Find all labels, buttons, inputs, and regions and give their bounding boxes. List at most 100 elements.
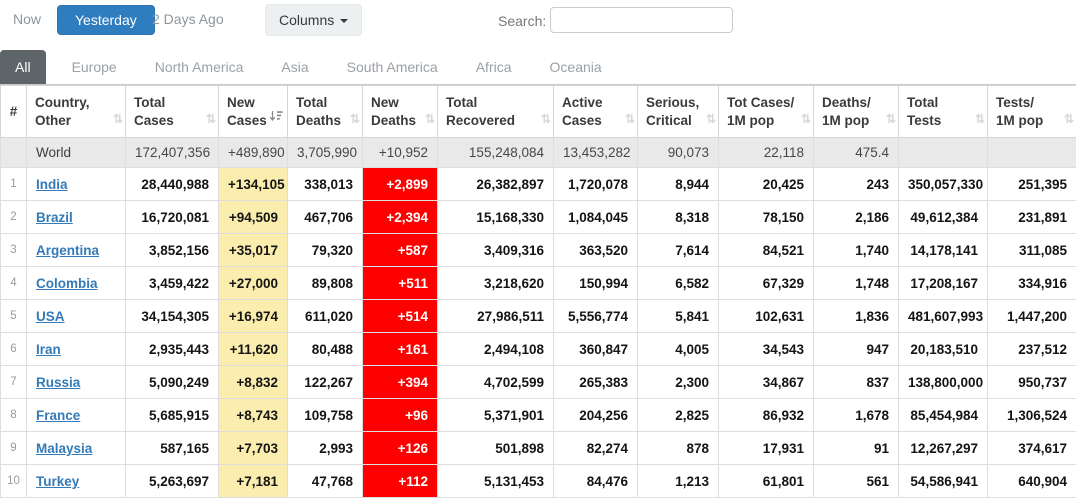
column-header-label: NewDeaths bbox=[371, 95, 416, 128]
cell-deaths-1m: 475.4 bbox=[814, 138, 899, 168]
cell-tot-cases-1m: 61,801 bbox=[719, 465, 814, 498]
cell-total-cases: 3,459,422 bbox=[126, 267, 219, 300]
cell-rank: 9 bbox=[1, 432, 27, 465]
cell-total-tests: 49,612,384 bbox=[899, 201, 988, 234]
cell-country: Brazil bbox=[27, 201, 126, 234]
cell-country: India bbox=[27, 168, 126, 201]
cell-active-cases: 360,847 bbox=[554, 333, 638, 366]
column-header-label: TotalRecovered bbox=[446, 95, 515, 128]
cell-deaths-1m: 947 bbox=[814, 333, 899, 366]
cell-total-cases: 16,720,081 bbox=[126, 201, 219, 234]
column-header-total-cases[interactable]: TotalCases⇅ bbox=[126, 86, 219, 138]
cell-total-recovered: 3,218,620 bbox=[438, 267, 554, 300]
cell-new-cases: +16,974 bbox=[219, 300, 288, 333]
cell-active-cases: 265,383 bbox=[554, 366, 638, 399]
table-row-argentina: 3Argentina3,852,156+35,01779,320+5873,40… bbox=[1, 234, 1076, 267]
cell-deaths-1m: 1,836 bbox=[814, 300, 899, 333]
now-button[interactable]: Now bbox=[13, 11, 41, 27]
cell-deaths-1m: 837 bbox=[814, 366, 899, 399]
cell-total-deaths: 80,488 bbox=[288, 333, 363, 366]
column-header-label: Serious,Critical bbox=[646, 95, 699, 128]
cell-active-cases: 204,256 bbox=[554, 399, 638, 432]
cell-total-deaths: 122,267 bbox=[288, 366, 363, 399]
region-tab-oceania[interactable]: Oceania bbox=[536, 50, 616, 84]
country-link[interactable]: USA bbox=[36, 309, 65, 324]
cell-total-cases: 587,165 bbox=[126, 432, 219, 465]
cell-tot-cases-1m: 67,329 bbox=[719, 267, 814, 300]
region-tab-africa[interactable]: Africa bbox=[462, 50, 526, 84]
column-header-new-deaths[interactable]: NewDeaths⇅ bbox=[363, 86, 438, 138]
country-link[interactable]: Iran bbox=[36, 342, 61, 357]
column-header-tot-cases-1m[interactable]: Tot Cases/1M pop⇅ bbox=[719, 86, 814, 138]
country-link[interactable]: Turkey bbox=[36, 474, 79, 489]
country-link[interactable]: Brazil bbox=[36, 210, 73, 225]
cell-total-cases: 28,440,988 bbox=[126, 168, 219, 201]
cell-rank: 2 bbox=[1, 201, 27, 234]
table-header-row: #Country,Other⇅TotalCases⇅NewCasesTotalD… bbox=[1, 86, 1076, 138]
region-tab-asia[interactable]: Asia bbox=[267, 50, 322, 84]
table-row-brazil: 2Brazil16,720,081+94,509467,706+2,39415,… bbox=[1, 201, 1076, 234]
cell-new-cases: +27,000 bbox=[219, 267, 288, 300]
cell-tests-1m: 1,306,524 bbox=[988, 399, 1076, 432]
cell-new-deaths: +2,394 bbox=[363, 201, 438, 234]
cell-tot-cases-1m: 22,118 bbox=[719, 138, 814, 168]
cell-tot-cases-1m: 34,867 bbox=[719, 366, 814, 399]
country-link[interactable]: Malaysia bbox=[36, 441, 92, 456]
column-header-label: TotalDeaths bbox=[296, 95, 341, 128]
columns-dropdown-button[interactable]: Columns bbox=[265, 4, 362, 36]
sort-descending-icon bbox=[269, 109, 283, 127]
covid-stats-table: #Country,Other⇅TotalCases⇅NewCasesTotalD… bbox=[0, 85, 1076, 498]
column-header-total-deaths[interactable]: TotalDeaths⇅ bbox=[288, 86, 363, 138]
table-row-india: 1India28,440,988+134,105338,013+2,89926,… bbox=[1, 168, 1076, 201]
cell-total-recovered: 5,371,901 bbox=[438, 399, 554, 432]
column-header-total-tests[interactable]: TotalTests⇅ bbox=[899, 86, 988, 138]
cell-new-cases: +134,105 bbox=[219, 168, 288, 201]
cell-serious-critical: 5,841 bbox=[638, 300, 719, 333]
column-header-deaths-1m[interactable]: Deaths/1M pop⇅ bbox=[814, 86, 899, 138]
cell-deaths-1m: 91 bbox=[814, 432, 899, 465]
cell-new-deaths: +112 bbox=[363, 465, 438, 498]
country-link[interactable]: India bbox=[36, 177, 68, 192]
cell-total-deaths: 3,705,990 bbox=[288, 138, 363, 168]
cell-tot-cases-1m: 20,425 bbox=[719, 168, 814, 201]
cell-total-recovered: 15,168,330 bbox=[438, 201, 554, 234]
cell-total-deaths: 467,706 bbox=[288, 201, 363, 234]
column-header-new-cases[interactable]: NewCases bbox=[219, 86, 288, 138]
cell-deaths-1m: 1,678 bbox=[814, 399, 899, 432]
column-header-active-cases[interactable]: ActiveCases⇅ bbox=[554, 86, 638, 138]
cell-country: Turkey bbox=[27, 465, 126, 498]
top-toolbar: Now Yesterday 2 Days Ago Columns Search: bbox=[0, 0, 1076, 48]
region-tab-all[interactable]: All bbox=[0, 50, 46, 84]
search-input[interactable] bbox=[550, 7, 733, 33]
column-header-total-recovered[interactable]: TotalRecovered⇅ bbox=[438, 86, 554, 138]
column-header-country[interactable]: Country,Other⇅ bbox=[27, 86, 126, 138]
cell-new-cases: +8,832 bbox=[219, 366, 288, 399]
cell-total-deaths: 89,808 bbox=[288, 267, 363, 300]
column-header-label: TotalTests bbox=[907, 95, 941, 128]
cell-new-deaths: +2,899 bbox=[363, 168, 438, 201]
cell-total-tests: 481,607,993 bbox=[899, 300, 988, 333]
yesterday-button[interactable]: Yesterday bbox=[57, 5, 155, 35]
cell-country: Iran bbox=[27, 333, 126, 366]
column-header-tests-1m[interactable]: Tests/1M pop⇅ bbox=[988, 86, 1076, 138]
country-link[interactable]: Argentina bbox=[36, 243, 99, 258]
column-header-serious-critical[interactable]: Serious,Critical⇅ bbox=[638, 86, 719, 138]
cell-rank: 1 bbox=[1, 168, 27, 201]
region-tab-north-america[interactable]: North America bbox=[141, 50, 258, 84]
two-days-ago-button[interactable]: 2 Days Ago bbox=[152, 11, 224, 27]
country-link[interactable]: Colombia bbox=[36, 276, 98, 291]
cell-rank bbox=[1, 138, 27, 168]
country-link[interactable]: France bbox=[36, 408, 80, 423]
cell-serious-critical: 1,213 bbox=[638, 465, 719, 498]
region-tab-europe[interactable]: Europe bbox=[58, 50, 131, 84]
cell-country: Malaysia bbox=[27, 432, 126, 465]
country-link[interactable]: Russia bbox=[36, 375, 80, 390]
cell-tests-1m: 334,916 bbox=[988, 267, 1076, 300]
cell-new-deaths: +96 bbox=[363, 399, 438, 432]
cell-active-cases: 1,720,078 bbox=[554, 168, 638, 201]
cell-new-cases: +8,743 bbox=[219, 399, 288, 432]
cell-total-cases: 172,407,356 bbox=[126, 138, 219, 168]
region-tab-south-america[interactable]: South America bbox=[333, 50, 452, 84]
cell-new-deaths: +161 bbox=[363, 333, 438, 366]
cell-total-deaths: 79,320 bbox=[288, 234, 363, 267]
